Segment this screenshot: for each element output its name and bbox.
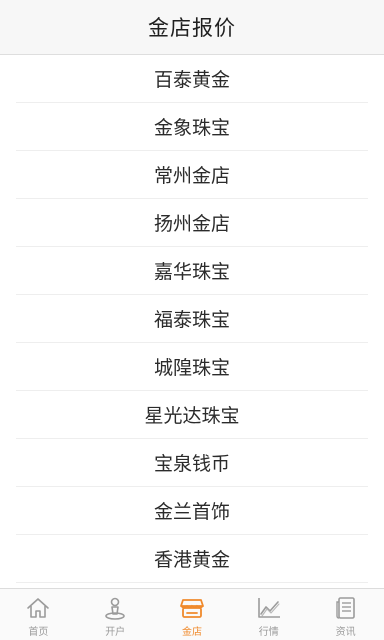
bottom-tab-bar: 首页 开户 金店 行情 资讯 — [0, 588, 384, 640]
home-icon — [27, 598, 50, 618]
list-item-jinxiang[interactable]: 金象珠宝 — [16, 103, 368, 151]
list-item-yangzhou[interactable]: 扬州金店 — [16, 199, 368, 247]
list-item-xingguangda[interactable]: 星光达珠宝 — [16, 391, 368, 439]
list-item-label: 常州金店 — [153, 165, 230, 187]
tab-news-label: 资讯 — [335, 627, 356, 638]
tab-market[interactable]: 行情 — [230, 589, 307, 640]
tab-market-label: 行情 — [258, 627, 279, 638]
list-item-baoquan[interactable]: 宝泉钱币 — [16, 439, 368, 487]
list-item-label: 香港黄金 — [153, 549, 230, 571]
list-item-label: 扬州金店 — [153, 213, 230, 235]
tab-news[interactable]: 资讯 — [307, 589, 384, 640]
header-bar: 金店报价 — [0, 0, 384, 55]
list-item-label: 金兰首饰 — [153, 501, 230, 523]
list-item-changzhou[interactable]: 常州金店 — [16, 151, 368, 199]
chart-icon — [257, 598, 280, 618]
tab-home-label: 首页 — [28, 627, 49, 638]
tab-home[interactable]: 首页 — [0, 589, 77, 640]
list-item-jiahua[interactable]: 嘉华珠宝 — [16, 247, 368, 295]
person-icon — [105, 597, 125, 620]
tab-open-account[interactable]: 开户 — [77, 589, 154, 640]
list-item-label: 星光达珠宝 — [144, 405, 240, 427]
list-item-label: 宝泉钱币 — [153, 453, 230, 475]
list-item-baitai[interactable]: 百泰黄金 — [16, 55, 368, 103]
tab-gold-store-label: 金店 — [181, 627, 202, 638]
tab-open-account-label: 开户 — [105, 627, 126, 638]
app-screen: 金店报价 百泰黄金 金象珠宝 常州金店 扬州金店 嘉华珠宝 福泰珠宝 城隍珠宝 … — [0, 0, 384, 640]
list-item-chenghuang[interactable]: 城隍珠宝 — [16, 343, 368, 391]
list-item-label: 福泰珠宝 — [153, 309, 230, 331]
page-title: 金店报价 — [148, 16, 236, 40]
list-item-label: 嘉华珠宝 — [153, 261, 230, 283]
store-icon — [180, 599, 204, 618]
list-item-jinlan[interactable]: 金兰首饰 — [16, 487, 368, 535]
list-item-label: 金象珠宝 — [153, 117, 230, 139]
document-icon — [335, 597, 355, 619]
list-item-xianggang[interactable]: 香港黄金 — [16, 535, 368, 583]
list-item-label: 百泰黄金 — [153, 69, 230, 91]
store-list: 百泰黄金 金象珠宝 常州金店 扬州金店 嘉华珠宝 福泰珠宝 城隍珠宝 星光达珠宝… — [0, 55, 384, 588]
tab-gold-store[interactable]: 金店 — [154, 589, 231, 640]
list-item-futai[interactable]: 福泰珠宝 — [16, 295, 368, 343]
list-item-label: 城隍珠宝 — [153, 357, 230, 379]
